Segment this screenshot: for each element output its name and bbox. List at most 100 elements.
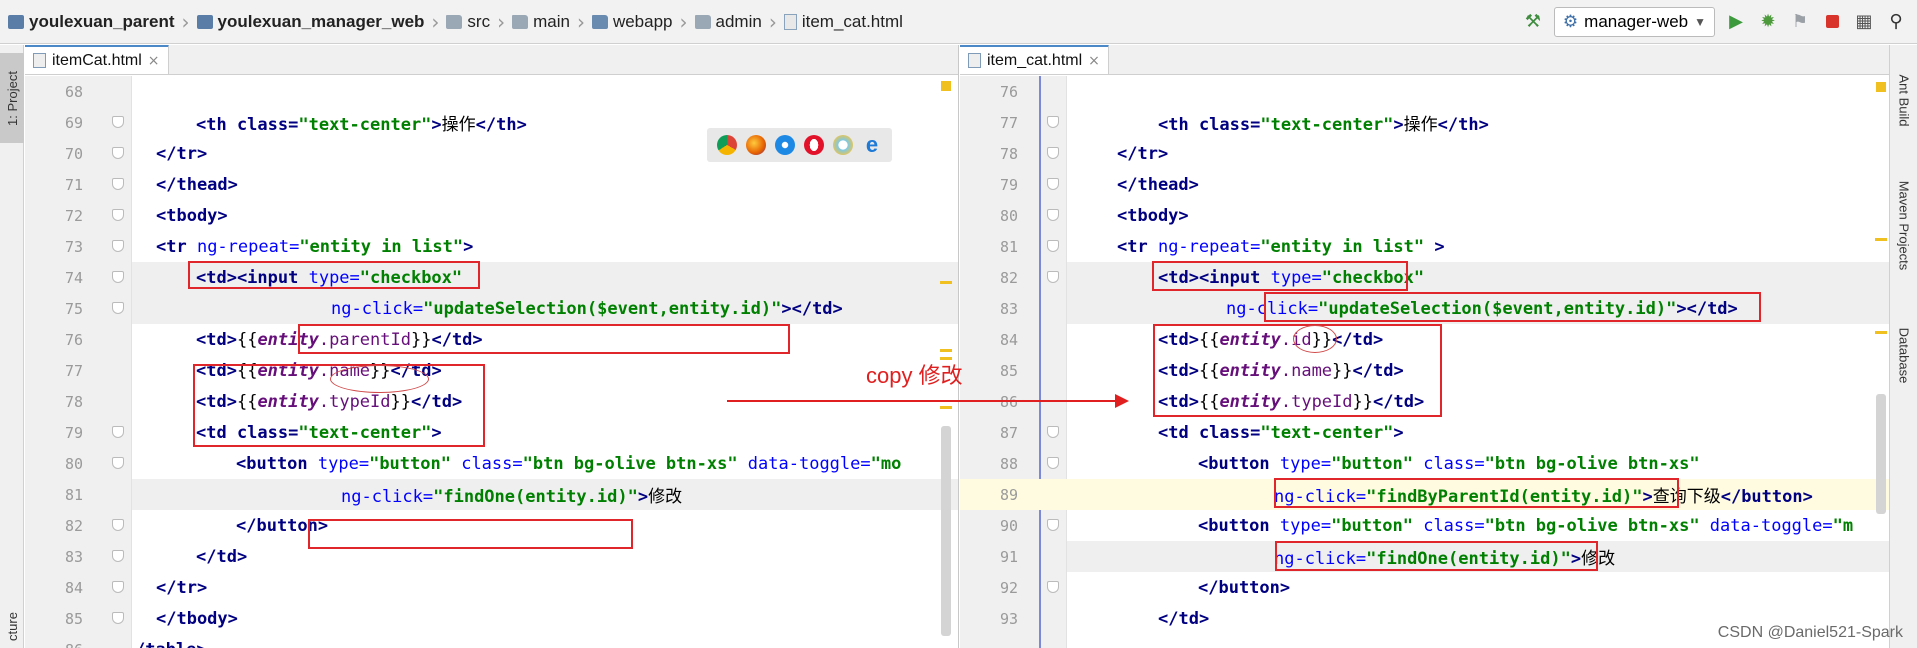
- fold-marker-icon[interactable]: [1047, 178, 1059, 190]
- breadcrumb-item-main[interactable]: main: [512, 12, 570, 32]
- code-line: 81 <tr ng-repeat="entity in list" >: [999, 236, 1445, 257]
- code-line: 85 </tbody>: [64, 608, 238, 629]
- fold-marker-icon[interactable]: [1047, 240, 1059, 252]
- highlight-box: [188, 261, 480, 289]
- fold-marker-icon[interactable]: [112, 612, 124, 624]
- highlight-box: [1274, 478, 1679, 508]
- fold-marker-icon[interactable]: [112, 302, 124, 314]
- code-line: 75 ng-click="updateSelection($event,enti…: [65, 293, 958, 324]
- code-line: 84 </tr>: [64, 577, 208, 598]
- watermark: CSDN @Daniel521-Spark: [1717, 624, 1903, 641]
- fold-marker-icon[interactable]: [112, 550, 124, 562]
- code-line: 76: [999, 82, 1018, 101]
- stop-icon[interactable]: [1821, 11, 1843, 33]
- breadcrumb-item-webapp[interactable]: webapp: [591, 12, 673, 32]
- fold-marker-icon[interactable]: [1047, 271, 1059, 283]
- fold-marker-icon[interactable]: [1047, 116, 1059, 128]
- module-icon: [196, 14, 213, 29]
- search-icon[interactable]: ⚲: [1885, 11, 1907, 33]
- code-line: 92 </button>: [999, 577, 1291, 598]
- opera-icon[interactable]: [804, 135, 824, 155]
- breadcrumb-item-src[interactable]: src: [446, 12, 490, 32]
- structure-tool-tab[interactable]: cture: [0, 605, 24, 648]
- close-icon[interactable]: ×: [1088, 53, 1100, 69]
- vertical-scrollbar[interactable]: [1876, 394, 1886, 514]
- chevron-right-icon: ›: [181, 9, 190, 34]
- chrome-icon[interactable]: [717, 135, 737, 155]
- fold-marker-icon[interactable]: [112, 209, 124, 221]
- code-line: 79 </thead>: [999, 174, 1199, 195]
- fold-marker-icon[interactable]: [1047, 457, 1059, 469]
- fold-marker-icon[interactable]: [112, 116, 124, 128]
- fold-marker-icon[interactable]: [1047, 581, 1059, 593]
- project-tool-tab[interactable]: 1: Project: [0, 53, 24, 143]
- breadcrumb-item-module[interactable]: youlexuan_manager_web: [196, 12, 424, 32]
- fold-marker-icon[interactable]: [112, 426, 124, 438]
- right-tool-strip: Ant Build Maven Projects Database: [1889, 45, 1917, 648]
- edge-icon[interactable]: e: [862, 134, 882, 156]
- chevron-down-icon: ▼: [1694, 14, 1706, 29]
- safari-icon[interactable]: [775, 135, 795, 155]
- fold-marker-icon[interactable]: [1047, 147, 1059, 159]
- code-line: 73 <tr ng-repeat="entity in list">: [64, 236, 474, 257]
- firefox-icon[interactable]: [746, 135, 766, 155]
- left-code-editor[interactable]: 68 69 <th class="text-center">操作</th> 70…: [25, 76, 958, 648]
- code-line: 68: [64, 82, 83, 101]
- run-config-select[interactable]: ⚙ manager-web ▼: [1553, 6, 1715, 37]
- coverage-icon[interactable]: ⚑: [1789, 11, 1811, 33]
- fold-marker-icon[interactable]: [112, 581, 124, 593]
- fold-marker-icon[interactable]: [1047, 426, 1059, 438]
- right-tab-bar: item_cat.html ×: [960, 45, 1890, 75]
- html-file-icon: [33, 53, 46, 68]
- fold-marker-icon[interactable]: [1047, 209, 1059, 221]
- code-line: 71 </thead>: [64, 174, 238, 195]
- tab-item-cat-html[interactable]: item_cat.html ×: [960, 45, 1109, 74]
- marker: [941, 81, 951, 91]
- left-tab-bar: itemCat.html ×: [25, 45, 958, 75]
- code-line: 80 <button type="button" class="btn bg-o…: [64, 453, 902, 474]
- chevron-right-icon: ›: [679, 9, 688, 34]
- fold-marker-icon[interactable]: [112, 178, 124, 190]
- fold-marker-icon[interactable]: [112, 271, 124, 283]
- close-icon[interactable]: ×: [148, 53, 160, 69]
- code-line: 90 <button type="button" class="btn bg-o…: [999, 515, 1854, 536]
- fold-marker-icon[interactable]: [112, 147, 124, 159]
- database-tool-tab[interactable]: Database: [1890, 315, 1917, 395]
- code-line: 88 <button type="button" class="btn bg-o…: [999, 453, 1700, 474]
- highlight-box: [1275, 541, 1598, 571]
- maven-projects-tool-tab[interactable]: Maven Projects: [1890, 165, 1917, 285]
- vertical-scrollbar[interactable]: [941, 426, 951, 636]
- fold-marker-icon[interactable]: [112, 457, 124, 469]
- folder-icon: [591, 14, 608, 29]
- code-line: 77 <th class="text-center">操作</th>: [999, 113, 1489, 136]
- folder-icon: [512, 14, 529, 29]
- ie-icon[interactable]: [833, 135, 853, 155]
- run-icon[interactable]: ▶: [1725, 11, 1747, 33]
- chevron-right-icon: ›: [431, 9, 440, 34]
- hammer-icon[interactable]: ⚒: [1522, 11, 1544, 33]
- code-line: 77 <td>{{entity.name}}</td>: [64, 360, 442, 381]
- chevron-right-icon: ›: [576, 9, 585, 34]
- tab-itemcat-html[interactable]: itemCat.html ×: [25, 45, 169, 74]
- module-icon: [8, 14, 24, 29]
- fold-marker-icon[interactable]: [112, 240, 124, 252]
- browser-preview-bar: e: [707, 128, 892, 162]
- breadcrumb-item-file[interactable]: item_cat.html: [783, 12, 903, 32]
- ant-build-tool-tab[interactable]: Ant Build: [1890, 60, 1917, 140]
- highlight-oval: [330, 365, 429, 393]
- breadcrumb-item-admin[interactable]: admin: [694, 12, 762, 32]
- marker: [1875, 331, 1887, 334]
- main-toolbar: ⚒ ⚙ manager-web ▼ ▶ ✹ ⚑ ▦ ⚲: [1522, 6, 1917, 37]
- code-line: 87 <td class="text-center">: [999, 422, 1404, 443]
- chevron-right-icon: ›: [768, 9, 777, 34]
- breadcrumb-item-project[interactable]: youlexuan_parent: [8, 12, 175, 32]
- code-line: 80 <tbody>: [999, 205, 1189, 226]
- right-code-editor[interactable]: 76 77 <th class="text-center">操作</th> 78…: [960, 76, 1890, 648]
- debug-icon[interactable]: ✹: [1757, 11, 1779, 33]
- left-tool-strip: 1: Project cture: [0, 45, 24, 648]
- fold-marker-icon[interactable]: [112, 519, 124, 531]
- fold-marker-icon[interactable]: [1047, 519, 1059, 531]
- code-line: 81 ng-click="findOne(entity.id)">修改: [65, 479, 958, 510]
- project-structure-icon[interactable]: ▦: [1853, 11, 1875, 33]
- code-line: 79 <td class="text-center">: [64, 422, 442, 443]
